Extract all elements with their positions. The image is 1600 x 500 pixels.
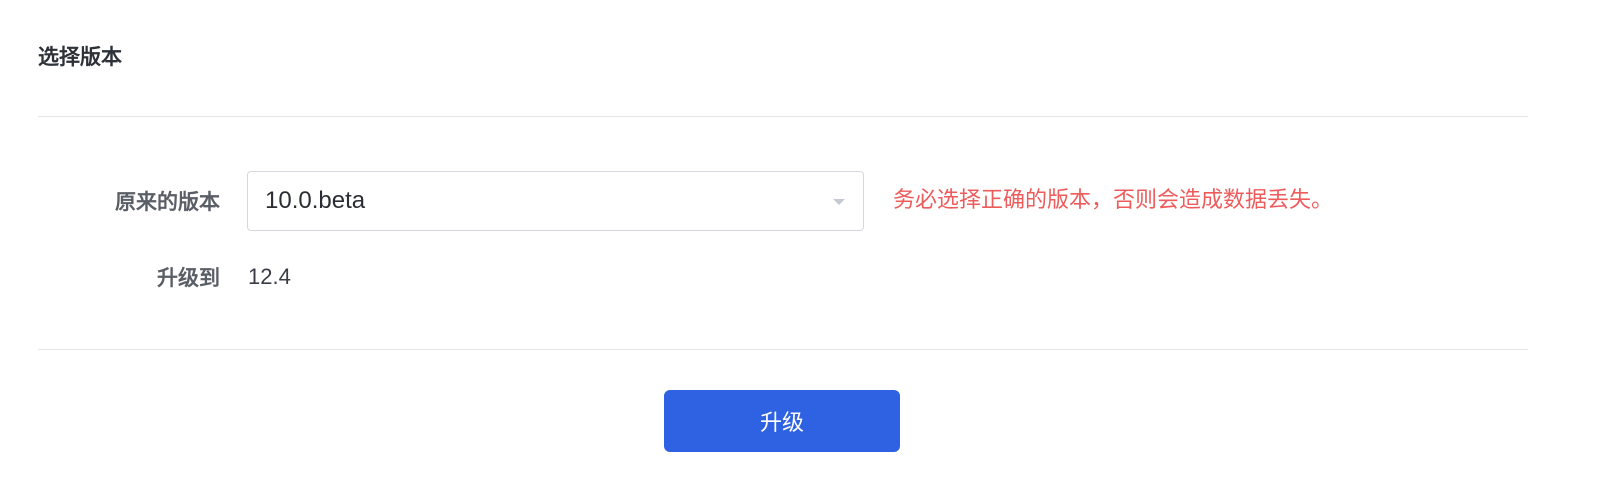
divider-top: [38, 116, 1528, 117]
original-version-select[interactable]: 10.0.beta: [247, 171, 864, 231]
upgrade-button[interactable]: 升级: [664, 390, 900, 452]
divider-bottom: [38, 349, 1528, 350]
original-version-label: 原来的版本: [115, 190, 220, 214]
upgrade-to-label: 升级到: [157, 266, 220, 290]
version-upgrade-page: 选择版本 原来的版本 10.0.beta 务必选择正确的版本，否则会造成数据丢失…: [0, 0, 1600, 500]
version-warning-text: 务必选择正确的版本，否则会造成数据丢失。: [893, 188, 1334, 213]
chevron-down-icon[interactable]: [833, 199, 845, 205]
section-title: 选择版本: [38, 45, 122, 69]
original-version-selected-value: 10.0.beta: [265, 187, 366, 214]
target-version-value: 12.4: [248, 264, 291, 289]
